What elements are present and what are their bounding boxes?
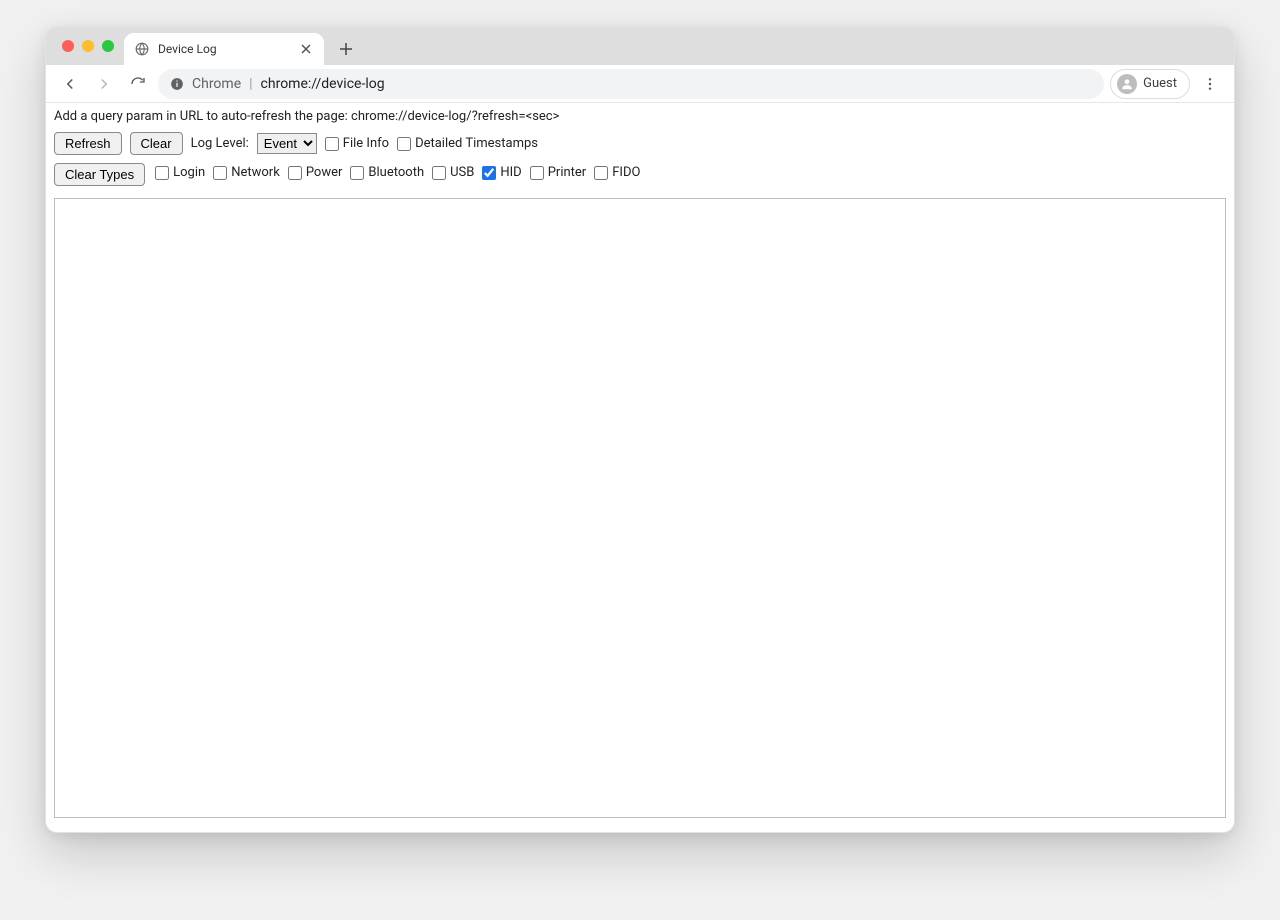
types-row: Clear Types Login Network Power Bluetooth US… <box>46 159 1234 194</box>
omnibox-separator: | <box>249 76 252 92</box>
refresh-button[interactable]: Refresh <box>54 132 122 155</box>
file-info-input[interactable] <box>325 137 339 151</box>
browser-toolbar: Chrome | chrome://device-log Guest <box>46 65 1234 103</box>
type-filter-label: FIDO <box>612 165 640 180</box>
browser-window: Device Log <box>45 26 1235 833</box>
reload-button[interactable] <box>124 70 152 98</box>
type-filter-label: Power <box>306 165 343 180</box>
log-area <box>54 198 1226 818</box>
type-filter-input-usb[interactable] <box>432 166 446 180</box>
type-filter-input-bluetooth[interactable] <box>350 166 364 180</box>
refresh-hint-text: Add a query param in URL to auto-refresh… <box>46 103 1234 128</box>
globe-icon <box>134 41 150 57</box>
type-filter-input-printer[interactable] <box>530 166 544 180</box>
type-filter-input-network[interactable] <box>213 166 227 180</box>
type-filter-input-login[interactable] <box>155 166 169 180</box>
minimize-window-button[interactable] <box>82 40 94 52</box>
type-filter-label: Bluetooth <box>368 165 424 180</box>
type-filter-hid[interactable]: HID <box>482 165 521 180</box>
type-filter-label: Network <box>231 165 280 180</box>
file-info-label: File Info <box>343 136 389 151</box>
type-filter-printer[interactable]: Printer <box>530 165 587 180</box>
type-filter-input-power[interactable] <box>288 166 302 180</box>
page-content: Add a query param in URL to auto-refresh… <box>46 103 1234 832</box>
type-filter-label: Login <box>173 165 205 180</box>
type-filter-input-fido[interactable] <box>594 166 608 180</box>
close-window-button[interactable] <box>62 40 74 52</box>
type-filter-bluetooth[interactable]: Bluetooth <box>350 165 424 180</box>
close-tab-icon[interactable] <box>298 41 314 57</box>
type-filter-network[interactable]: Network <box>213 165 280 180</box>
detailed-ts-label: Detailed Timestamps <box>415 136 538 151</box>
site-info-icon[interactable] <box>170 77 184 91</box>
address-bar[interactable]: Chrome | chrome://device-log <box>158 69 1104 99</box>
type-filter-power[interactable]: Power <box>288 165 343 180</box>
profile-chip[interactable]: Guest <box>1110 69 1190 99</box>
type-filter-fido[interactable]: FIDO <box>594 165 640 180</box>
detailed-ts-checkbox[interactable]: Detailed Timestamps <box>397 136 538 151</box>
omnibox-site-name: Chrome <box>192 76 241 92</box>
type-filter-usb[interactable]: USB <box>432 165 474 180</box>
detailed-ts-input[interactable] <box>397 137 411 151</box>
kebab-menu-icon[interactable] <box>1196 70 1224 98</box>
controls-row: Refresh Clear Log Level: Event File Info… <box>46 128 1234 159</box>
forward-button[interactable] <box>90 70 118 98</box>
type-filter-label: HID <box>500 165 521 180</box>
log-level-select[interactable]: Event <box>257 133 317 154</box>
back-button[interactable] <box>56 70 84 98</box>
window-controls <box>58 27 124 65</box>
new-tab-button[interactable] <box>332 35 360 63</box>
clear-types-button[interactable]: Clear Types <box>54 163 145 186</box>
type-filter-label: Printer <box>548 165 587 180</box>
maximize-window-button[interactable] <box>102 40 114 52</box>
tab-title: Device Log <box>158 42 290 56</box>
browser-tab[interactable]: Device Log <box>124 33 324 65</box>
log-level-label: Log Level: <box>191 136 249 151</box>
tab-strip: Device Log <box>46 27 1234 65</box>
profile-label: Guest <box>1143 76 1177 91</box>
omnibox-url: chrome://device-log <box>261 76 385 92</box>
file-info-checkbox[interactable]: File Info <box>325 136 389 151</box>
type-filter-label: USB <box>450 165 474 180</box>
type-filter-login[interactable]: Login <box>155 165 205 180</box>
clear-button[interactable]: Clear <box>130 132 183 155</box>
avatar-icon <box>1117 74 1137 94</box>
type-filter-input-hid[interactable] <box>482 166 496 180</box>
